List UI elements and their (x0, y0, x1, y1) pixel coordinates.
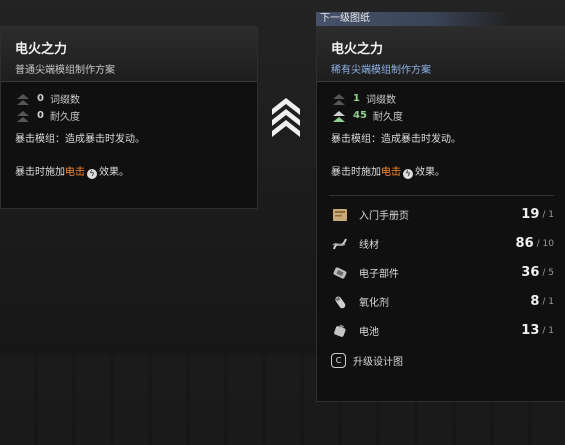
material-name: 氧化剂 (359, 298, 389, 309)
material-have: 19 (521, 207, 540, 222)
material-need: / 1 (542, 325, 554, 336)
material-need: / 5 (542, 267, 554, 278)
current-durability-label: 耐久度 (49, 112, 80, 123)
affix-chevron-icon (15, 93, 31, 105)
shock-icon: ϟ (403, 169, 413, 179)
current-effect-keyword: 电击 (65, 167, 85, 178)
current-stats: 0 词缀数 0 耐久度 (1, 82, 257, 124)
material-name: 入门手册页 (359, 211, 409, 222)
next-blueprint-header: 电火之力 稀有尖端模组制作方案 (317, 27, 565, 82)
current-blueprint-header: 电火之力 普通尖端模组制作方案 (1, 27, 257, 82)
next-durability-label: 耐久度 (372, 112, 403, 123)
next-effect-prefix: 暴击时施加 (331, 167, 381, 178)
affix-chevron-icon (331, 93, 347, 105)
next-effect-suffix: 效果。 (415, 167, 445, 178)
next-durability-value: 45 (353, 110, 367, 121)
next-effect: 暴击模组：造成暴击时发动。 暴击时施加电击 ϟ 效果。 (317, 130, 565, 179)
manual-page-icon (329, 204, 351, 226)
current-effect-prefix: 暴击时施加 (15, 167, 65, 178)
wire-icon (329, 233, 351, 255)
upgrade-label: 升级设计图 (353, 357, 403, 368)
durability-chevron-icon (331, 110, 347, 122)
material-row: 电子部件 36 / 5 (329, 258, 554, 287)
material-need: / 1 (542, 209, 554, 220)
material-have: 36 (521, 265, 540, 280)
material-name: 线材 (359, 240, 379, 251)
current-title: 电火之力 (15, 42, 68, 57)
shock-icon: ϟ (87, 169, 97, 179)
current-subtitle: 普通尖端模组制作方案 (15, 65, 115, 76)
material-row: 氧化剂 8 / 1 (329, 287, 554, 316)
next-effect-line1: 暴击模组：造成暴击时发动。 (331, 134, 461, 145)
current-stat-affix: 0 词缀数 (15, 90, 243, 107)
key-c-icon: C (331, 353, 346, 368)
next-effect-keyword: 电击 (381, 167, 401, 178)
next-affix-value: 1 (353, 93, 360, 104)
material-need: / 1 (542, 296, 554, 307)
current-blueprint-panel: 电火之力 普通尖端模组制作方案 0 词缀数 0 耐久度 暴击模组：造成暴击时发动… (0, 26, 258, 209)
next-subtitle: 稀有尖端模组制作方案 (331, 65, 431, 76)
current-durability-value: 0 (37, 110, 44, 121)
upgrade-blueprint-button[interactable]: C 升级设计图 (317, 345, 565, 368)
next-stat-durability: 45 耐久度 (331, 107, 552, 124)
material-have: 86 (515, 236, 534, 251)
electronic-part-icon (329, 262, 351, 284)
current-affix-label: 词缀数 (49, 95, 80, 106)
material-have: 8 (530, 294, 540, 309)
material-name: 电池 (359, 327, 379, 338)
durability-chevron-icon (15, 110, 31, 122)
next-blueprint-panel: 电火之力 稀有尖端模组制作方案 1 词缀数 45 耐久度 暴击模组：造成暴击时发… (316, 26, 565, 402)
current-effect-line2: 暴击时施加电击 ϟ 效果。 (15, 163, 243, 179)
material-row: 线材 86 / 10 (329, 229, 554, 258)
next-effect-line2: 暴击时施加电击 ϟ 效果。 (331, 163, 552, 179)
oxidizer-icon (329, 291, 351, 313)
next-blueprint-tab: 下一级图纸 (316, 12, 510, 26)
current-stat-durability: 0 耐久度 (15, 107, 243, 124)
next-affix-label: 词缀数 (365, 95, 396, 106)
material-need: / 10 (536, 238, 554, 249)
next-stat-affix: 1 词缀数 (331, 90, 552, 107)
materials-list: 入门手册页 19 / 1 线材 86 / 10 电子部件 36 / 5 氧化剂 … (317, 196, 565, 345)
next-title: 电火之力 (331, 42, 384, 57)
material-have: 13 (521, 323, 540, 338)
current-affix-value: 0 (37, 93, 44, 104)
upgrade-chevron-icon (272, 98, 300, 137)
current-effect-line1: 暴击模组：造成暴击时发动。 (15, 134, 145, 145)
material-name: 电子部件 (359, 269, 399, 280)
material-row: 电池 13 / 1 (329, 316, 554, 345)
next-stats: 1 词缀数 45 耐久度 (317, 82, 565, 124)
battery-icon (329, 320, 351, 342)
material-row: 入门手册页 19 / 1 (329, 200, 554, 229)
current-effect: 暴击模组：造成暴击时发动。 暴击时施加电击 ϟ 效果。 (1, 130, 257, 179)
current-effect-suffix: 效果。 (99, 167, 129, 178)
